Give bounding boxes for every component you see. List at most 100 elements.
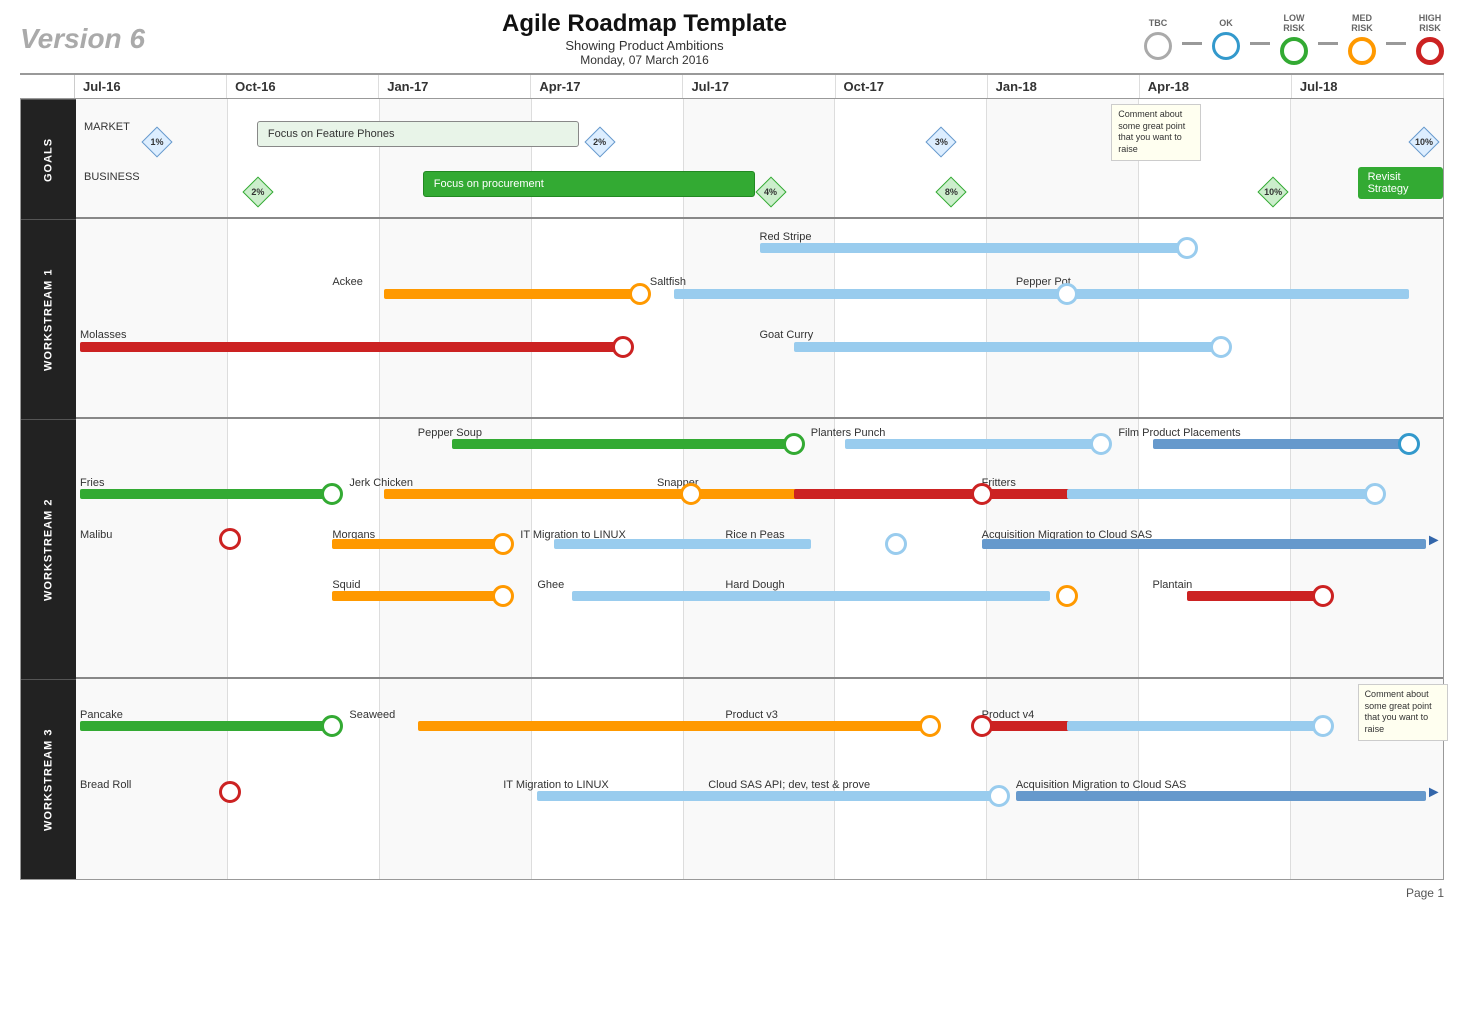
acq-migration-ws2-bar xyxy=(982,539,1426,549)
pancake-bar xyxy=(80,721,336,731)
cloud-sas-ms xyxy=(988,785,1010,807)
cloud-sas-bar xyxy=(537,791,998,801)
product-v4-ms xyxy=(971,715,993,737)
squid-ms xyxy=(492,585,514,607)
med-risk-circle xyxy=(1348,37,1376,65)
film-placements-bar xyxy=(1153,439,1409,449)
page-number: Page 1 xyxy=(20,886,1444,900)
ok-circle xyxy=(1212,32,1240,60)
main-grid: GOALS WORKSTREAM 1 WORKSTREAM 2 WORKSTRE… xyxy=(20,99,1444,880)
snapper-bar xyxy=(384,489,811,499)
diamond-10pct-biz: 10% xyxy=(1262,181,1284,203)
red-stripe-bar xyxy=(760,243,1187,253)
version-label: Version 6 xyxy=(20,23,145,55)
date-jan18: Jan-18 xyxy=(988,75,1140,98)
cloud-sas-api-label: Cloud SAS API; dev, test & prove xyxy=(708,779,870,791)
pepper-pot-bar xyxy=(1067,289,1409,299)
legend: TBC OK LOWRISK MEDRISK HIGHRISK xyxy=(1144,13,1444,65)
focus-procurement-bar: Focus on procurement xyxy=(423,171,755,197)
red-stripe-label: Red Stripe xyxy=(760,231,812,243)
ws3-section: Pancake Seaweed Product v3 Product v4 Co… xyxy=(76,679,1443,879)
pepper-pot-ms xyxy=(1056,283,1078,305)
plantain-label: Plantain xyxy=(1153,579,1193,591)
low-risk-circle xyxy=(1280,37,1308,65)
pancake-ms xyxy=(321,715,343,737)
product-v3-ms xyxy=(919,715,941,737)
fries-bar xyxy=(80,489,336,499)
date-oct16: Oct-16 xyxy=(227,75,379,98)
comment-box-ws3: Comment about some great point that you … xyxy=(1358,684,1448,741)
product-v4-lb-bar xyxy=(1067,721,1323,731)
fries-ms xyxy=(321,483,343,505)
diamond-8pct: 8% xyxy=(940,181,962,203)
page-title: Agile Roadmap Template xyxy=(145,10,1144,38)
legend-med-risk: MEDRISK xyxy=(1348,13,1376,65)
legend-high-risk: HIGHRISK xyxy=(1416,13,1444,65)
date-jan17: Jan-17 xyxy=(379,75,531,98)
header-center: Agile Roadmap Template Showing Product A… xyxy=(145,10,1144,67)
diamond-2pct-biz: 2% xyxy=(247,181,269,203)
morgans-ms xyxy=(492,533,514,555)
arrow-ws3: ► xyxy=(1426,784,1442,802)
row-label-col: GOALS WORKSTREAM 1 WORKSTREAM 2 WORKSTRE… xyxy=(21,99,76,879)
pepper-soup-bar xyxy=(452,439,794,449)
product-v3-label: Product v3 xyxy=(725,709,778,721)
goals-label: GOALS xyxy=(21,99,76,219)
content-area: MARKET BUSINESS 1% Focus on Feature Phon… xyxy=(76,99,1443,879)
pepper-soup-label: Pepper Soup xyxy=(418,427,482,439)
ackee-milestone xyxy=(629,283,651,305)
ghee-label: Ghee xyxy=(537,579,564,591)
molasses-bar xyxy=(80,342,627,352)
planters-punch-ms xyxy=(1090,433,1112,455)
ackee-bar xyxy=(384,289,640,299)
diamond-10pct-market: 10% xyxy=(1413,131,1435,153)
workstream2-label: WORKSTREAM 2 xyxy=(21,419,76,679)
molasses-label: Molasses xyxy=(80,329,126,341)
date-jul18: Jul-18 xyxy=(1292,75,1444,98)
diamond-1pct: 1% xyxy=(146,131,168,153)
date-jul16: Jul-16 xyxy=(75,75,227,98)
bread-roll-ms xyxy=(219,781,241,803)
product-v3-bar xyxy=(418,721,931,731)
timeline-label-spacer xyxy=(20,75,75,98)
film-placements-ms xyxy=(1398,433,1420,455)
acq-migration-ws3-bar xyxy=(1016,791,1426,801)
ackee-label: Ackee xyxy=(332,276,363,288)
pepper-soup-ms xyxy=(783,433,805,455)
plantain-ms xyxy=(1312,585,1334,607)
goals-section: MARKET BUSINESS 1% Focus on Feature Phon… xyxy=(76,99,1443,219)
planters-punch-label: Planters Punch xyxy=(811,427,886,439)
acq-migration-ws3-label: Acquisition Migration to Cloud SAS xyxy=(1016,779,1187,791)
date-apr17: Apr-17 xyxy=(531,75,683,98)
comment-box-goals: Comment about some great point that you … xyxy=(1111,104,1201,161)
focus-feature-phones-bar: Focus on Feature Phones xyxy=(257,121,579,147)
legend-tbc: TBC xyxy=(1144,18,1172,60)
fries-label: Fries xyxy=(80,477,104,489)
page: Version 6 Agile Roadmap Template Showing… xyxy=(0,0,1464,1026)
diamond-4pct: 4% xyxy=(760,181,782,203)
market-label: MARKET xyxy=(84,121,130,133)
fritters-lb-bar xyxy=(1067,489,1375,499)
seaweed-label: Seaweed xyxy=(349,709,395,721)
snapper-ms xyxy=(680,483,702,505)
goat-curry-ms xyxy=(1210,336,1232,358)
pancake-label: Pancake xyxy=(80,709,123,721)
plantain-bar xyxy=(1187,591,1324,601)
saltfish-label: Saltfish xyxy=(650,276,686,288)
hard-dough-label: Hard Dough xyxy=(725,579,784,591)
bread-roll-label: Bread Roll xyxy=(80,779,131,791)
molasses-milestone xyxy=(612,336,634,358)
revisit-strategy-button[interactable]: Revisit Strategy xyxy=(1358,167,1443,199)
malibu-ms xyxy=(219,528,241,550)
it-rice-bar xyxy=(554,539,810,549)
date-oct17: Oct-17 xyxy=(836,75,988,98)
diamond-3pct: 3% xyxy=(930,131,952,153)
ws1-section: Red Stripe Ackee Saltfish Pepper Pot Mol… xyxy=(76,219,1443,419)
morgans-bar xyxy=(332,539,503,549)
ghee-ms xyxy=(1056,585,1078,607)
legend-ok: OK xyxy=(1212,18,1240,60)
date-apr18: Apr-18 xyxy=(1140,75,1292,98)
malibu-label: Malibu xyxy=(80,529,112,541)
tbc-circle xyxy=(1144,32,1172,60)
planters-punch-bar xyxy=(845,439,1101,449)
